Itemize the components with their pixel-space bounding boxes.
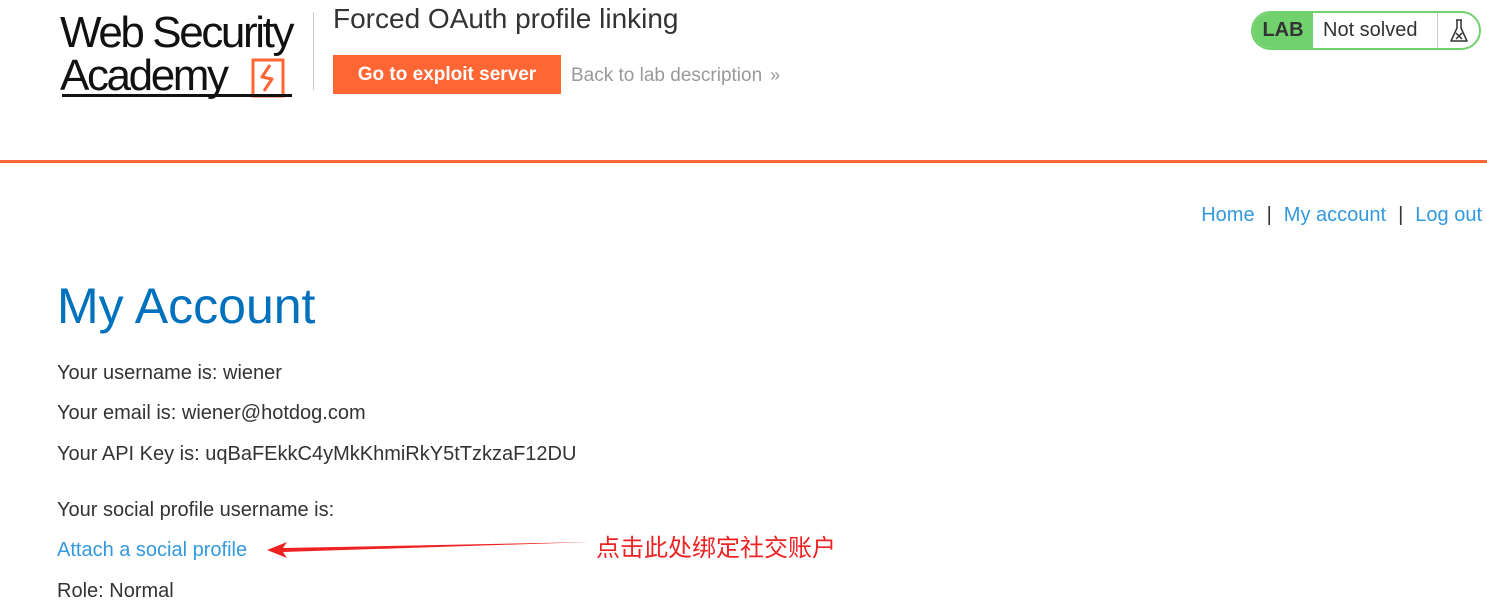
- logo-bolt-icon: [251, 58, 285, 98]
- email-text: Your email is: wiener@hotdog.com: [57, 402, 366, 424]
- nav-log-out-link[interactable]: Log out: [1415, 204, 1482, 226]
- username-text: Your username is: wiener: [57, 362, 282, 384]
- api-key-text: Your API Key is: uqBaFEkkC4yMkKhmiRkY5tT…: [57, 443, 577, 465]
- page-title: My Account: [57, 278, 316, 334]
- lab-tag: LAB: [1253, 13, 1313, 48]
- nav-home-link[interactable]: Home: [1201, 204, 1254, 226]
- header-orange-rule: [0, 160, 1487, 163]
- logo-text-line1: Web Security: [60, 8, 294, 57]
- annotation-text: 点击此处绑定社交账户: [596, 534, 836, 562]
- logo-text-line2: Academy: [60, 51, 229, 100]
- social-profile-username-text: Your social profile username is:: [57, 499, 335, 521]
- web-security-academy-logo[interactable]: Web Security Academy: [60, 9, 310, 101]
- annotation-arrow-icon: [267, 542, 591, 558]
- top-navigation: Home | My account | Log out: [1201, 202, 1482, 228]
- header-divider: [313, 12, 314, 90]
- lab-title: Forced OAuth profile linking: [333, 3, 679, 34]
- back-link-label: Back to lab description: [571, 65, 763, 86]
- lab-status-widget: LAB Not solved: [1251, 11, 1481, 50]
- back-to-lab-description-link[interactable]: Back to lab description »: [571, 62, 780, 89]
- nav-separator: |: [1398, 204, 1404, 226]
- logo-underline: [62, 94, 292, 97]
- flask-icon: [1437, 13, 1479, 48]
- lab-status-text: Not solved: [1323, 19, 1418, 41]
- role-text: Role: Normal: [57, 580, 174, 602]
- double-chevron-right-icon: »: [770, 65, 780, 85]
- nav-separator: |: [1266, 204, 1272, 226]
- nav-my-account-link[interactable]: My account: [1284, 204, 1386, 226]
- go-to-exploit-server-button[interactable]: Go to exploit server: [333, 55, 561, 94]
- attach-social-profile-link[interactable]: Attach a social profile: [57, 537, 247, 563]
